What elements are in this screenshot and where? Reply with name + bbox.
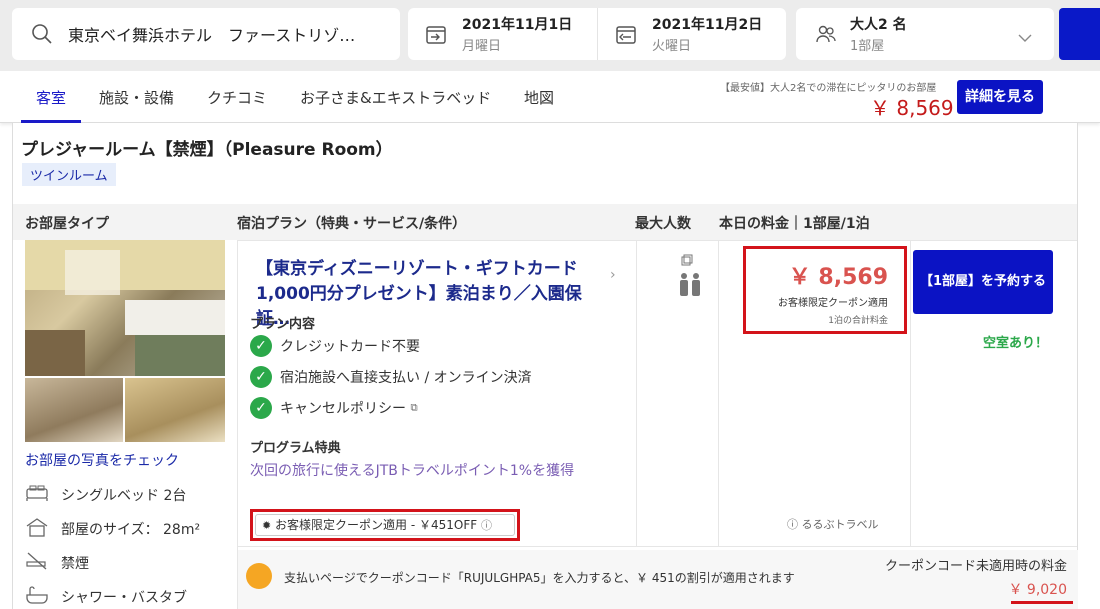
- guests-selector[interactable]: 大人2 名 1部屋: [796, 8, 1054, 60]
- room-photo-main[interactable]: [25, 240, 225, 376]
- rooms-count: 1部屋: [850, 39, 885, 54]
- feature-bath-text: シャワー・バスタブ: [61, 590, 187, 606]
- calendar-checkin-icon: [424, 22, 448, 50]
- original-price-label: クーポンコード未適用時の料金: [884, 559, 1067, 574]
- original-price: ￥ 9,020: [1008, 582, 1067, 598]
- info-icon[interactable]: ⓘ: [481, 519, 492, 532]
- checkmark-icon: ✓: [250, 397, 272, 419]
- booking-column: 【1部屋】を予約する 空室あり！: [910, 240, 1077, 546]
- feature-bath: シャワー・バスタブ: [25, 585, 187, 609]
- info-icon: ⓘ: [787, 518, 802, 531]
- tab-facilities[interactable]: 施設・設備: [99, 87, 174, 108]
- lowest-price: ￥ 8,569: [870, 96, 954, 120]
- room-card: プレジャールーム【禁煙】（Pleasure Room） ツインルーム お部屋タイ…: [12, 123, 1078, 609]
- tab-reviews[interactable]: クチコミ: [207, 87, 267, 108]
- checkin-field[interactable]: 2021年11月1日 月曜日: [408, 8, 597, 60]
- capacity-column: [636, 240, 718, 546]
- header-room-type: お部屋タイプ: [25, 216, 109, 232]
- coupon-tag[interactable]: ✹ お客様限定クーポン適用 - ￥451OFF ⓘ: [255, 514, 515, 536]
- book-room-button[interactable]: 【1部屋】を予約する: [913, 250, 1053, 314]
- coupon-tag-text: お客様限定クーポン適用 - ￥451OFF: [275, 518, 478, 532]
- program-benefit-label: プログラム特典: [250, 441, 341, 456]
- room-photos-link[interactable]: お部屋の写真をチェック: [25, 450, 179, 470]
- price-underline-mark: [1011, 601, 1073, 604]
- room-price: ￥ 8,569: [788, 265, 888, 290]
- plan-contents-label: プラン内容: [250, 317, 316, 332]
- header-price: 本日の料金｜1部屋/1泊: [719, 216, 870, 232]
- plan-check-item: ✓ クレジットカード不要: [250, 335, 420, 357]
- chevron-right-icon[interactable]: ›: [610, 267, 616, 283]
- feature-beds-text: シングルベッド 2台: [61, 488, 187, 504]
- plan-check-text: 宿泊施設へ直接支払い / オンライン決済: [280, 370, 532, 386]
- provider-name: るるぶトラベル: [801, 518, 879, 531]
- coupon-badge-icon: ✹: [262, 519, 272, 532]
- plan-column: 【東京ディズニーリゾート・ギフトカード1,000円分プレゼント】素泊まり／入園保…: [237, 240, 636, 546]
- chevron-down-icon: [1018, 28, 1032, 47]
- search-icon: [30, 22, 54, 50]
- feature-beds: シングルベッド 2台: [25, 483, 186, 507]
- price-highlight: ￥ 8,569 お客様限定クーポン適用 1泊の合計料金: [743, 246, 907, 334]
- checkmark-icon: ✓: [250, 335, 272, 357]
- table-header: お部屋タイプ 宿泊プラン（特典・サービス/条件） 最大人数 本日の料金｜1部屋/…: [13, 204, 1077, 240]
- room-title: プレジャールーム【禁煙】（Pleasure Room）: [21, 140, 393, 160]
- destination-value: 東京ベイ舞浜ホテル ファーストリゾ…: [68, 26, 356, 45]
- checkout-date: 2021年11月2日: [652, 17, 763, 33]
- plan-check-text: クレジットカード不要: [280, 339, 420, 355]
- coupon-message: 支払いページでクーポンコード「RUJULGHPA5」を入力すると、￥ 451の割…: [284, 571, 795, 585]
- checkin-day: 月曜日: [462, 39, 502, 54]
- guests-icon: [814, 22, 838, 50]
- tab-rooms[interactable]: 客室: [36, 87, 66, 108]
- external-link-icon: ⧉: [410, 402, 418, 414]
- checkmark-icon: ✓: [250, 366, 272, 388]
- no-smoking-icon: [25, 551, 49, 575]
- feature-size: 部屋のサイズ： 28m²: [25, 517, 200, 541]
- section-tabs: 客室 施設・設備 クチコミ お子さま&エキストラベッド 地図 【最安値】大人2名…: [0, 71, 1100, 123]
- room-photo-thumb-2[interactable]: [125, 378, 225, 442]
- price-coupon-note: お客様限定クーポン適用: [778, 298, 888, 309]
- calendar-checkout-icon: [614, 22, 638, 50]
- feature-size-text: 部屋のサイズ： 28m²: [61, 522, 201, 538]
- coupon-bar: 支払いページでクーポンコード「RUJULGHPA5」を入力すると、￥ 451の割…: [237, 546, 1078, 609]
- price-column: ￥ 8,569 お客様限定クーポン適用 1泊の合計料金 ⓘ るるぶトラベル: [718, 240, 910, 546]
- header-max-people: 最大人数: [635, 216, 691, 232]
- availability-status: 空室あり！: [983, 336, 1049, 351]
- bed-icon: [25, 483, 49, 507]
- tab-map[interactable]: 地図: [524, 87, 554, 108]
- room-photo-thumb-1[interactable]: [25, 378, 123, 442]
- coupon-tag-highlight: ✹ お客様限定クーポン適用 - ￥451OFF ⓘ: [250, 509, 520, 541]
- plan-check-item: ✓ 宿泊施設へ直接支払い / オンライン決済: [250, 366, 532, 388]
- checkout-field[interactable]: 2021年11月2日 火曜日: [597, 8, 786, 60]
- feature-smoking-text: 禁煙: [61, 556, 89, 572]
- program-benefit-link[interactable]: 次回の旅行に使えるJTBトラベルポイント1%を獲得: [250, 459, 590, 483]
- feature-smoking: 禁煙: [25, 551, 89, 575]
- two-people-icon: [677, 271, 703, 301]
- price-total-note: 1泊の合計料金: [828, 316, 888, 326]
- search-button[interactable]: [1059, 8, 1100, 60]
- search-bar: 東京ベイ舞浜ホテル ファーストリゾ… 2021年11月1日 月曜日 2021年1…: [0, 0, 1100, 71]
- coupon-icon: [246, 563, 272, 589]
- cancel-policy-link[interactable]: キャンセルポリシー: [280, 401, 406, 417]
- header-plan: 宿泊プラン（特典・サービス/条件）: [237, 216, 467, 232]
- date-picker[interactable]: 2021年11月1日 月曜日 2021年11月2日 火曜日: [408, 8, 786, 60]
- guests-count: 大人2 名: [850, 17, 907, 33]
- room-type-badge: ツインルーム: [22, 163, 116, 186]
- destination-field[interactable]: 東京ベイ舞浜ホテル ファーストリゾ…: [12, 8, 400, 60]
- popup-icon[interactable]: [681, 251, 693, 270]
- plan-check-item[interactable]: ✓ キャンセルポリシー ⧉: [250, 397, 418, 419]
- checkin-date: 2021年11月1日: [462, 17, 573, 33]
- view-details-button[interactable]: 詳細を見る: [957, 80, 1043, 114]
- shower-bath-icon: [25, 585, 49, 609]
- room-size-icon: [25, 517, 49, 541]
- tab-kids-extra-bed[interactable]: お子さま&エキストラベッド: [300, 87, 491, 108]
- provider-label[interactable]: ⓘ るるぶトラベル: [787, 516, 879, 532]
- room-info-column: お部屋の写真をチェック シングルベッド 2台 部屋のサイズ： 28m² 禁煙 シ…: [13, 240, 237, 609]
- checkout-day: 火曜日: [652, 39, 692, 54]
